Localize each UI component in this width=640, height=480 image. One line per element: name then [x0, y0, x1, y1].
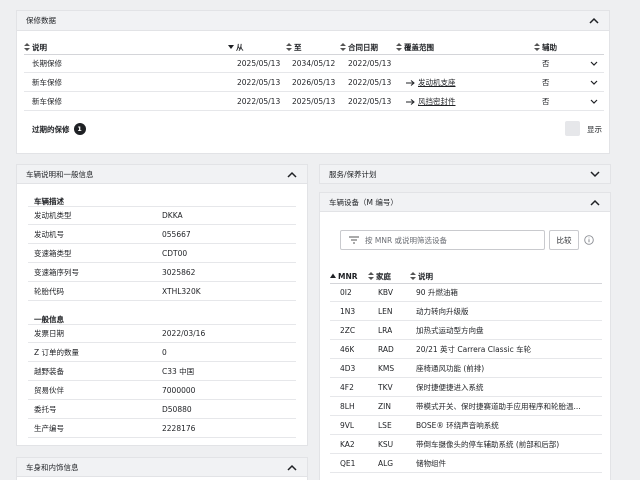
- info-row: 生产编号 2228176: [28, 419, 296, 438]
- col-header-coverage[interactable]: 覆盖范围: [396, 40, 434, 54]
- body-interior-panel: 车身和内饰信息: [16, 457, 308, 480]
- search-placeholder: 按 MNR 或说明筛选设备: [365, 235, 448, 245]
- info-row: 发票日期 2022/03/16: [28, 324, 296, 343]
- row-desc: 长期保修: [32, 59, 62, 68]
- sort-desc-icon: [228, 45, 234, 49]
- row-from: 2022/05/13: [237, 97, 281, 106]
- col-header-contract[interactable]: 合同日期: [340, 40, 378, 54]
- equipment-search-field[interactable]: 按 MNR 或说明筛选设备: [340, 230, 545, 250]
- row-contract: 2022/05/13: [348, 78, 392, 87]
- info-row: 委托号 D50880: [28, 400, 296, 419]
- info-row: Z 订单的数量 0: [28, 343, 296, 362]
- info-row: 贸易伙伴 7000000: [28, 381, 296, 400]
- table-row[interactable]: 1N3 LEN 动力转向升级版: [330, 302, 602, 321]
- sort-icon: [410, 272, 416, 280]
- sort-icon: [24, 43, 30, 51]
- table-row[interactable]: 新车保修 2022/05/13 2026/05/13 2022/05/13 发动…: [24, 73, 604, 92]
- info-row: 越野装备 C33 中国: [28, 362, 296, 381]
- table-row[interactable]: KA2 KSU 带倒车摄像头的停车辅助系统 (前部和后部): [330, 435, 602, 454]
- col-header-mnr[interactable]: MNR: [330, 270, 358, 282]
- sort-icon: [534, 43, 540, 51]
- chevron-down-icon[interactable]: [590, 73, 598, 92]
- row-from: 2022/05/13: [237, 78, 281, 87]
- row-aux: 否: [542, 59, 550, 68]
- row-to: 2025/05/13: [292, 97, 336, 106]
- table-row[interactable]: 新车保修 2022/05/13 2025/05/13 2022/05/13 风挡…: [24, 92, 604, 111]
- body-interior-header[interactable]: 车身和内饰信息: [17, 458, 307, 477]
- sort-icon: [368, 272, 374, 280]
- service-title: 服务/保养计划: [329, 169, 377, 179]
- vehicle-info-title: 车辆说明和一般信息: [26, 169, 94, 179]
- filter-icon: [349, 236, 359, 244]
- equipment-title: 车辆设备（M 编号）: [329, 197, 398, 207]
- col-header-family[interactable]: 家庭: [368, 270, 391, 282]
- compare-button[interactable]: 比较: [549, 230, 579, 250]
- table-row[interactable]: 长期保修 2025/05/13 2034/05/12 2022/05/13 否: [24, 54, 604, 73]
- info-row: 发动机类型 DKKA: [28, 206, 296, 225]
- row-desc: 新车保修: [32, 78, 62, 87]
- show-expired-checkbox[interactable]: [565, 121, 580, 136]
- info-row: 轮胎代码 XTHL320K: [28, 282, 296, 301]
- chevron-down-icon[interactable]: [589, 168, 601, 180]
- show-expired-label[interactable]: 显示: [587, 124, 602, 135]
- expired-count-badge: 1: [73, 123, 86, 135]
- sort-icon: [286, 43, 292, 51]
- row-from: 2025/05/13: [237, 59, 281, 68]
- col-header-desc[interactable]: 说明: [410, 270, 433, 282]
- row-to: 2026/05/13: [292, 78, 336, 87]
- row-aux: 否: [542, 78, 550, 87]
- row-to: 2034/05/12: [292, 59, 336, 68]
- chevron-down-icon[interactable]: [590, 54, 598, 73]
- service-panel: 服务/保养计划: [319, 164, 611, 184]
- table-row[interactable]: 4F2 TKV 保时捷便捷进入系统: [330, 378, 602, 397]
- sort-asc-icon: [330, 273, 336, 278]
- arrow-right-icon: [406, 98, 415, 105]
- info-row: 发动机号 055667: [28, 225, 296, 244]
- col-header-to[interactable]: 至: [286, 40, 302, 54]
- table-row[interactable]: 0I2 KBV 90 升燃油箱: [330, 283, 602, 302]
- arrow-right-icon: [406, 79, 415, 86]
- expired-warranty-label: 过期的保修 1: [32, 123, 86, 135]
- info-row: 变速箱序列号 3025862: [28, 263, 296, 282]
- chevron-up-icon[interactable]: [588, 15, 600, 27]
- table-row[interactable]: QE1 ALG 储物组件: [330, 454, 602, 473]
- chevron-up-icon[interactable]: [589, 196, 601, 208]
- chevron-up-icon[interactable]: [286, 461, 298, 473]
- col-header-from[interactable]: 从: [228, 40, 244, 54]
- sort-icon: [396, 43, 402, 51]
- col-header-aux[interactable]: 辅助: [534, 40, 557, 54]
- vehicle-info-header[interactable]: 车辆说明和一般信息: [17, 165, 307, 184]
- coverage-link[interactable]: 发动机支座: [406, 73, 456, 92]
- table-row[interactable]: 4D3 KMS 座椅通风功能 (前排): [330, 359, 602, 378]
- table-row[interactable]: 2ZC LRA 加热式运动型方向盘: [330, 321, 602, 340]
- table-row[interactable]: 8LH ZIN 带模式开关、保时捷赛道助手应用程序和轮胎温...: [330, 397, 602, 416]
- table-row[interactable]: 9VL LSE BOSE® 环绕声音响系统: [330, 416, 602, 435]
- chevron-up-icon[interactable]: [286, 168, 298, 180]
- info-icon[interactable]: [584, 235, 594, 247]
- table-row[interactable]: 46K RAD 20/21 英寸 Carrera Classic 车轮: [330, 340, 602, 359]
- equipment-header[interactable]: 车辆设备（M 编号）: [320, 193, 610, 212]
- row-desc: 新车保修: [32, 97, 62, 106]
- body-interior-title: 车身和内饰信息: [26, 462, 79, 472]
- coverage-link[interactable]: 风挡密封件: [406, 92, 456, 111]
- sort-icon: [340, 43, 346, 51]
- chevron-down-icon[interactable]: [590, 92, 598, 111]
- warranty-header[interactable]: 保修数据: [17, 11, 609, 31]
- warranty-title: 保修数据: [26, 16, 56, 25]
- row-contract: 2022/05/13: [348, 97, 392, 106]
- col-header-desc[interactable]: 说明: [24, 40, 47, 54]
- row-contract: 2022/05/13: [348, 59, 392, 68]
- service-header[interactable]: 服务/保养计划: [320, 165, 610, 183]
- row-aux: 否: [542, 97, 550, 106]
- info-row: 变速箱类型 CDT00: [28, 244, 296, 263]
